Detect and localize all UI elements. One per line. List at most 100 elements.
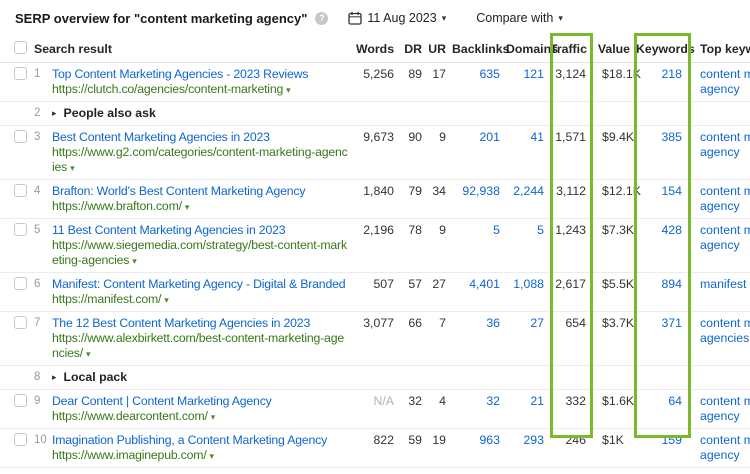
top-keyword-cell-link[interactable]: content marketing agency (700, 130, 750, 159)
top-keyword-cell-link[interactable]: content marketing agency (700, 394, 750, 423)
top-keyword-cell-link[interactable]: manifest (700, 277, 746, 291)
serp-feature-cell[interactable]: ▸People also ask (52, 102, 750, 125)
column-header-backlinks: Backlinks (452, 42, 506, 57)
chevron-down-icon[interactable]: ▾ (286, 85, 291, 95)
traffic-cell: 1,571 (550, 126, 592, 149)
help-icon[interactable]: ? (315, 12, 328, 25)
domains-cell: 41 (506, 126, 550, 149)
keywords-cell-link[interactable]: 64 (668, 394, 682, 408)
top-keyword-cell-link[interactable]: content marketing agency (700, 223, 750, 252)
keywords-cell-link[interactable]: 159 (661, 433, 682, 447)
result-url-link[interactable]: https://www.siegemedia.com/strategy/best… (52, 238, 347, 267)
chevron-down-icon[interactable]: ▾ (70, 163, 75, 173)
keywords-cell-link[interactable]: 894 (661, 277, 682, 291)
search-result-cell: Manifest: Content Marketing Agency - Dig… (52, 273, 356, 311)
domains-cell-link[interactable]: 41 (530, 130, 544, 144)
compare-with-button[interactable]: Compare with ▾ (476, 11, 563, 25)
chevron-down-icon[interactable]: ▾ (132, 256, 137, 266)
date-picker-button[interactable]: 11 Aug 2023 ▾ (348, 11, 446, 25)
result-url-link[interactable]: https://www.brafton.com/ (52, 199, 182, 213)
top-keyword-cell-link[interactable]: content marketing agencies (700, 316, 750, 345)
domains-cell-link[interactable]: 27 (530, 316, 544, 330)
row-checkbox[interactable] (14, 67, 27, 80)
domains-cell-link[interactable]: 121 (523, 67, 544, 81)
domains-cell-link[interactable]: 5 (537, 223, 544, 237)
backlinks-cell-link[interactable]: 92,938 (462, 184, 500, 198)
keywords-cell-link[interactable]: 385 (661, 130, 682, 144)
dr-cell: 78 (400, 219, 428, 242)
backlinks-cell-link[interactable]: 36 (486, 316, 500, 330)
result-url-link[interactable]: https://www.imaginepub.com/ (52, 448, 207, 462)
chevron-down-icon[interactable]: ▾ (86, 349, 91, 359)
row-number: 4 (34, 180, 52, 203)
domains-cell-link[interactable]: 1,088 (513, 277, 544, 291)
keywords-cell-link[interactable]: 154 (661, 184, 682, 198)
domains-cell-link[interactable]: 2,244 (513, 184, 544, 198)
serp-overview-panel: SERP overview for "content marketing age… (0, 0, 750, 474)
column-header-domains: Domains (506, 42, 550, 57)
result-title-link[interactable]: Top Content Marketing Agencies - 2023 Re… (52, 67, 348, 82)
backlinks-cell: 635 (452, 63, 506, 86)
row-checkbox[interactable] (14, 277, 27, 290)
chevron-down-icon[interactable]: ▾ (211, 412, 216, 422)
result-title-link[interactable]: Manifest: Content Marketing Agency - Dig… (52, 277, 348, 292)
row-checkbox[interactable] (14, 223, 27, 236)
words-cell: 5,256 (356, 63, 400, 86)
domains-cell: 293 (506, 429, 550, 452)
result-url-link[interactable]: https://clutch.co/agencies/content-marke… (52, 82, 283, 96)
value-cell: $18.1K (592, 63, 636, 86)
result-url-link[interactable]: https://www.alexbirkett.com/best-content… (52, 331, 344, 360)
row-checkbox[interactable] (14, 433, 27, 446)
result-title-link[interactable]: 11 Best Content Marketing Agencies in 20… (52, 223, 348, 238)
result-url-link[interactable]: https://www.dearcontent.com/ (52, 409, 208, 423)
chevron-down-icon[interactable]: ▾ (210, 451, 215, 461)
chevron-down-icon[interactable]: ▾ (164, 295, 169, 305)
keywords-cell-link[interactable]: 218 (661, 67, 682, 81)
serp-feature-cell[interactable]: ▸Local pack (52, 366, 750, 389)
backlinks-cell: 201 (452, 126, 506, 149)
row-number: 5 (34, 219, 52, 242)
search-result-cell: Best Content Marketing Agencies in 2023h… (52, 126, 356, 179)
keywords-cell: 159 (636, 429, 688, 452)
backlinks-cell-link[interactable]: 4,401 (469, 277, 500, 291)
row-checkbox[interactable] (14, 130, 27, 143)
top-keyword-cell-link[interactable]: content marketing agency (700, 184, 750, 213)
serp-feature-row: 2▸People also ask (0, 102, 750, 126)
top-keyword-cell-link[interactable]: content marketing agency (700, 67, 750, 96)
row-checkbox[interactable] (14, 184, 27, 197)
result-title-link[interactable]: Imagination Publishing, a Content Market… (52, 433, 348, 448)
table-row: 7The 12 Best Content Marketing Agencies … (0, 312, 750, 366)
row-checkbox[interactable] (14, 316, 27, 329)
top-keyword-cell: content marketing agencies (688, 312, 750, 350)
backlinks-cell: 5 (452, 219, 506, 242)
words-cell: 2,196 (356, 219, 400, 242)
result-title-link[interactable]: Dear Content | Content Marketing Agency (52, 394, 348, 409)
date-label: 11 Aug 2023 (367, 11, 436, 25)
domains-cell-link[interactable]: 21 (530, 394, 544, 408)
backlinks-cell-link[interactable]: 32 (486, 394, 500, 408)
row-number: 6 (34, 273, 52, 296)
select-all-checkbox[interactable] (14, 41, 27, 54)
checkbox-cell (0, 312, 34, 337)
keywords-cell-link[interactable]: 428 (661, 223, 682, 237)
backlinks-cell-link[interactable]: 201 (479, 130, 500, 144)
backlinks-cell-link[interactable]: 635 (479, 67, 500, 81)
backlinks-cell-link[interactable]: 5 (493, 223, 500, 237)
result-url-link[interactable]: https://manifest.com/ (52, 292, 161, 306)
backlinks-cell-link[interactable]: 963 (479, 433, 500, 447)
words-cell: 507 (356, 273, 400, 296)
top-keyword-cell-link[interactable]: content marketing agency (700, 433, 750, 462)
domains-cell: 21 (506, 390, 550, 413)
row-checkbox[interactable] (14, 394, 27, 407)
search-result-cell: Top Content Marketing Agencies - 2023 Re… (52, 63, 356, 101)
result-title-link[interactable]: Brafton: World's Best Content Marketing … (52, 184, 348, 199)
keywords-cell-link[interactable]: 371 (661, 316, 682, 330)
row-number: 10 (34, 429, 52, 452)
search-result-cell: Brafton: World's Best Content Marketing … (52, 180, 356, 218)
chevron-down-icon[interactable]: ▾ (185, 202, 190, 212)
result-title-link[interactable]: Best Content Marketing Agencies in 2023 (52, 130, 348, 145)
result-title-link[interactable]: The 12 Best Content Marketing Agencies i… (52, 316, 348, 331)
domains-cell-link[interactable]: 293 (523, 433, 544, 447)
result-url-link[interactable]: https://www.g2.com/categories/content-ma… (52, 145, 348, 174)
keywords-cell: 428 (636, 219, 688, 242)
